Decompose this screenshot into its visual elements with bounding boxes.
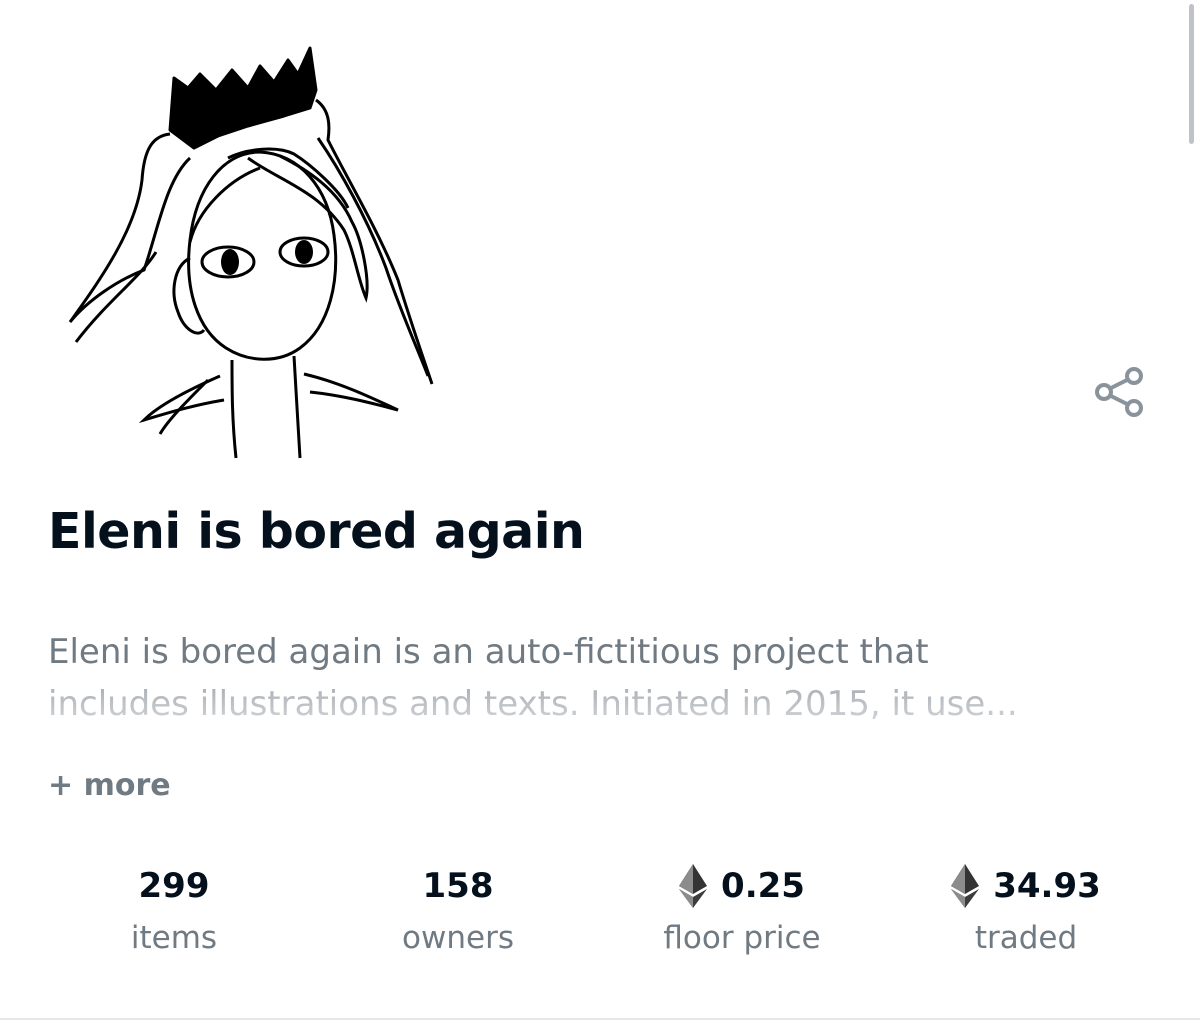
scrollbar-thumb[interactable] bbox=[1189, 4, 1194, 144]
ethereum-icon bbox=[679, 864, 708, 908]
collection-description: Eleni is bored again is an auto-fictitio… bbox=[48, 626, 1148, 732]
stat-number: 299 bbox=[138, 866, 210, 906]
collection-title: Eleni is bored again bbox=[48, 503, 585, 560]
stat-number: 34.93 bbox=[993, 866, 1101, 906]
stat-value: 299 bbox=[139, 862, 210, 910]
stat-traded[interactable]: 34.93 traded bbox=[884, 862, 1168, 972]
stat-number: 158 bbox=[422, 866, 494, 906]
stat-label: floor price bbox=[663, 920, 821, 956]
description-line: Eleni is bored again is an auto-fictitio… bbox=[48, 632, 929, 672]
divider bbox=[0, 1018, 1200, 1020]
more-link[interactable]: + more bbox=[48, 768, 171, 803]
stat-value: 158 bbox=[423, 862, 494, 910]
stat-floor-price[interactable]: 0.25 floor price bbox=[600, 862, 884, 972]
scrollbar[interactable] bbox=[1186, 0, 1200, 1034]
stat-label: traded bbox=[974, 920, 1078, 956]
collection-header: Eleni is bored again Eleni is bored agai… bbox=[0, 0, 1200, 1034]
share-button[interactable] bbox=[1088, 360, 1152, 424]
collection-avatar[interactable] bbox=[48, 30, 468, 470]
stat-number: 0.25 bbox=[721, 866, 805, 906]
description-line: includes illustrations and texts. Initia… bbox=[48, 684, 1018, 724]
share-icon bbox=[1095, 367, 1143, 417]
ethereum-icon bbox=[951, 864, 980, 908]
stat-items[interactable]: 299 items bbox=[32, 862, 316, 972]
crowned-woman-drawing-icon bbox=[68, 46, 434, 459]
stat-label: items bbox=[130, 920, 218, 956]
collection-stats: 299 items 158 owners 0.25 floor price 34… bbox=[32, 862, 1168, 972]
stat-owners[interactable]: 158 owners bbox=[316, 862, 600, 972]
stat-value: 34.93 bbox=[951, 862, 1101, 910]
stat-label: owners bbox=[402, 920, 514, 956]
stat-value: 0.25 bbox=[679, 862, 805, 910]
